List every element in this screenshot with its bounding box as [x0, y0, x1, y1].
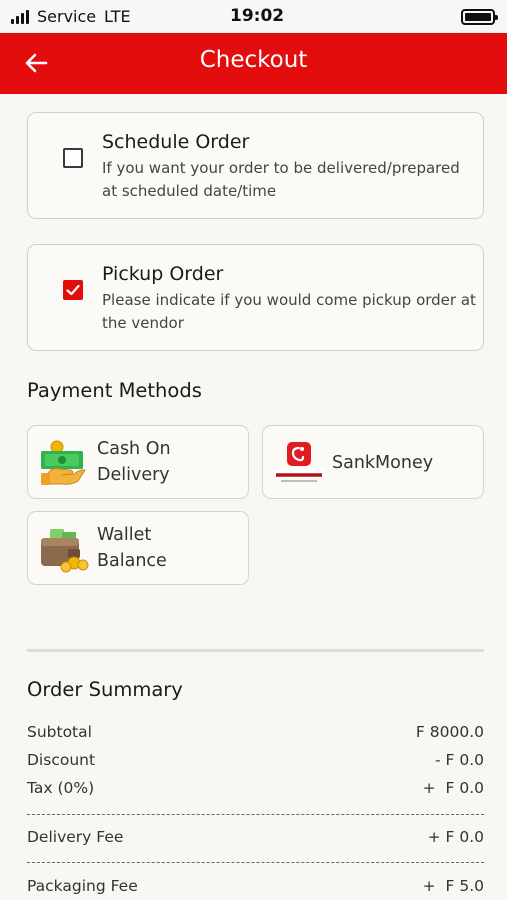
summary-value: - F 0.0: [434, 751, 484, 769]
summary-label: Delivery Fee: [27, 828, 124, 846]
summary-row-discount: Discount - F 0.0: [27, 751, 484, 773]
checkmark-icon: [66, 284, 80, 296]
dashed-divider: [27, 814, 484, 815]
payment-methods-title: Payment Methods: [27, 379, 202, 402]
schedule-order-option[interactable]: Schedule Order If you want your order to…: [27, 112, 484, 219]
summary-row-subtotal: Subtotal F 8000.0: [27, 723, 484, 745]
cash-hand-icon: [41, 440, 86, 485]
payment-label: SankMoney: [332, 453, 434, 473]
sankmoney-logo: [274, 442, 324, 482]
checkout-content: Schedule Order If you want your order to…: [0, 94, 507, 900]
wallet-icon: [41, 529, 89, 573]
schedule-order-checkbox[interactable]: [63, 148, 83, 168]
network-type: LTE: [104, 7, 131, 26]
summary-value: + F 5.0: [422, 877, 484, 895]
option-description: If you want your order to be delivered/p…: [102, 159, 460, 200]
app-header: Checkout: [0, 33, 507, 94]
payment-cash-on-delivery[interactable]: Cash On Delivery: [27, 425, 249, 499]
option-description: Please indicate if you would come pickup…: [102, 291, 476, 332]
summary-label: Tax (0%): [27, 779, 95, 797]
summary-label: Discount: [27, 751, 96, 769]
payment-sankmoney[interactable]: SankMoney: [262, 425, 484, 499]
payment-label: Wallet Balance: [97, 525, 167, 571]
signal-strength-icon: [11, 10, 29, 24]
option-title: Pickup Order: [102, 263, 224, 285]
summary-row-delivery-fee: Delivery Fee + F 0.0: [27, 828, 484, 850]
battery-icon: [461, 9, 498, 25]
option-title: Schedule Order: [102, 131, 250, 153]
summary-value: + F 0.0: [427, 828, 484, 846]
summary-row-packaging-fee: Packaging Fee + F 5.0: [27, 877, 484, 899]
page-title: Checkout: [199, 47, 308, 73]
payment-wallet-balance[interactable]: Wallet Balance: [27, 511, 249, 585]
dashed-divider: [27, 862, 484, 863]
payment-label: Cash On Delivery: [97, 439, 171, 485]
summary-label: Subtotal: [27, 723, 92, 741]
carrier-name: Service: [37, 7, 97, 26]
summary-row-tax: Tax (0%) + F 0.0: [27, 779, 484, 801]
status-time: 19:02: [230, 6, 285, 26]
summary-value: F 8000.0: [415, 723, 484, 741]
summary-label: Packaging Fee: [27, 877, 138, 895]
pickup-order-checkbox[interactable]: [63, 280, 83, 300]
section-divider: [27, 649, 484, 652]
order-summary-title: Order Summary: [27, 678, 183, 701]
status-bar: Service LTE 19:02: [0, 0, 507, 33]
pickup-order-option[interactable]: Pickup Order Please indicate if you woul…: [27, 244, 484, 351]
summary-value: + F 0.0: [422, 779, 484, 797]
